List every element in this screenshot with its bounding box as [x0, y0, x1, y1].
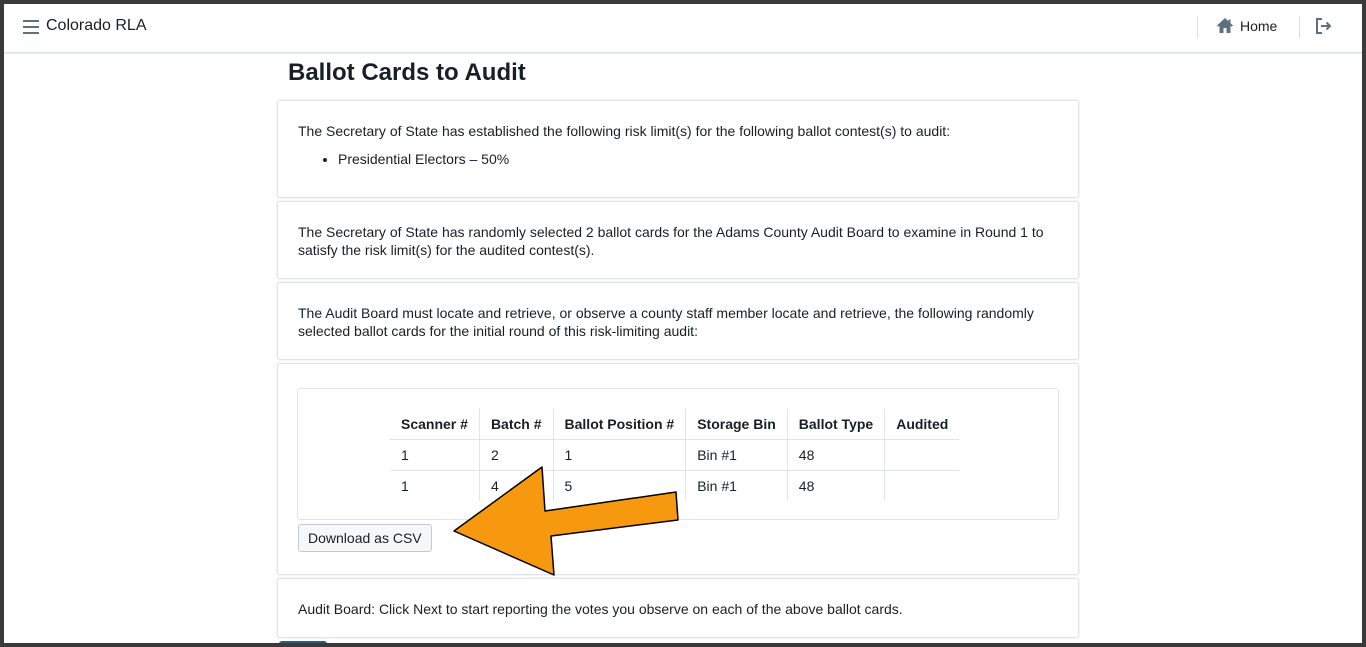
retrieve-text: The Audit Board must locate and retrieve…: [298, 305, 1034, 339]
column-header-ballot-type: Ballot Type: [786, 409, 885, 440]
cell-ballot-type: 48: [786, 439, 885, 471]
logout-icon[interactable]: [1315, 17, 1333, 35]
column-header-scanner: Scanner #: [390, 409, 480, 440]
nav-divider: [1197, 16, 1198, 38]
table-header-row: Scanner # Batch # Ballot Position # Stor…: [390, 409, 960, 440]
app-title: Colorado RLA: [46, 17, 147, 34]
column-header-storage-bin: Storage Bin: [685, 409, 788, 440]
next-instruction-text: Audit Board: Click Next to start reporti…: [298, 601, 903, 617]
home-button[interactable]: Home: [1216, 17, 1277, 34]
contest-list: Presidential Electors – 50%: [298, 150, 509, 168]
risk-limit-card: The Secretary of State has established t…: [277, 100, 1079, 198]
nav-divider: [1299, 16, 1300, 38]
column-header-audited: Audited: [884, 409, 960, 440]
page-title: Ballot Cards to Audit: [288, 59, 526, 86]
home-icon: [1217, 18, 1233, 33]
top-navbar: Colorado RLA Home: [4, 4, 1362, 53]
next-button[interactable]: [279, 641, 327, 643]
menu-icon[interactable]: [23, 20, 39, 34]
selection-card: The Secretary of State has randomly sele…: [277, 201, 1079, 279]
retrieve-card: The Audit Board must locate and retrieve…: [277, 282, 1079, 360]
annotation-arrow-icon: [453, 466, 679, 576]
next-instruction-card: Audit Board: Click Next to start reporti…: [277, 578, 1079, 638]
risk-limit-intro: The Secretary of State has established t…: [298, 123, 951, 139]
cell-audited: [884, 470, 960, 501]
home-label: Home: [1240, 17, 1278, 34]
cell-storage-bin: Bin #1: [685, 439, 788, 471]
selection-text: The Secretary of State has randomly sele…: [298, 224, 1044, 258]
contest-item: Presidential Electors – 50%: [338, 150, 509, 168]
cell-audited: [884, 439, 960, 471]
column-header-batch: Batch #: [478, 409, 554, 440]
download-csv-button[interactable]: Download as CSV: [298, 524, 432, 552]
cell-ballot-type: 48: [786, 470, 885, 501]
app-window: Colorado RLA Home Ballot Cards to Audit …: [4, 4, 1362, 643]
column-header-ballot-position: Ballot Position #: [552, 409, 686, 440]
cell-storage-bin: Bin #1: [685, 470, 788, 501]
